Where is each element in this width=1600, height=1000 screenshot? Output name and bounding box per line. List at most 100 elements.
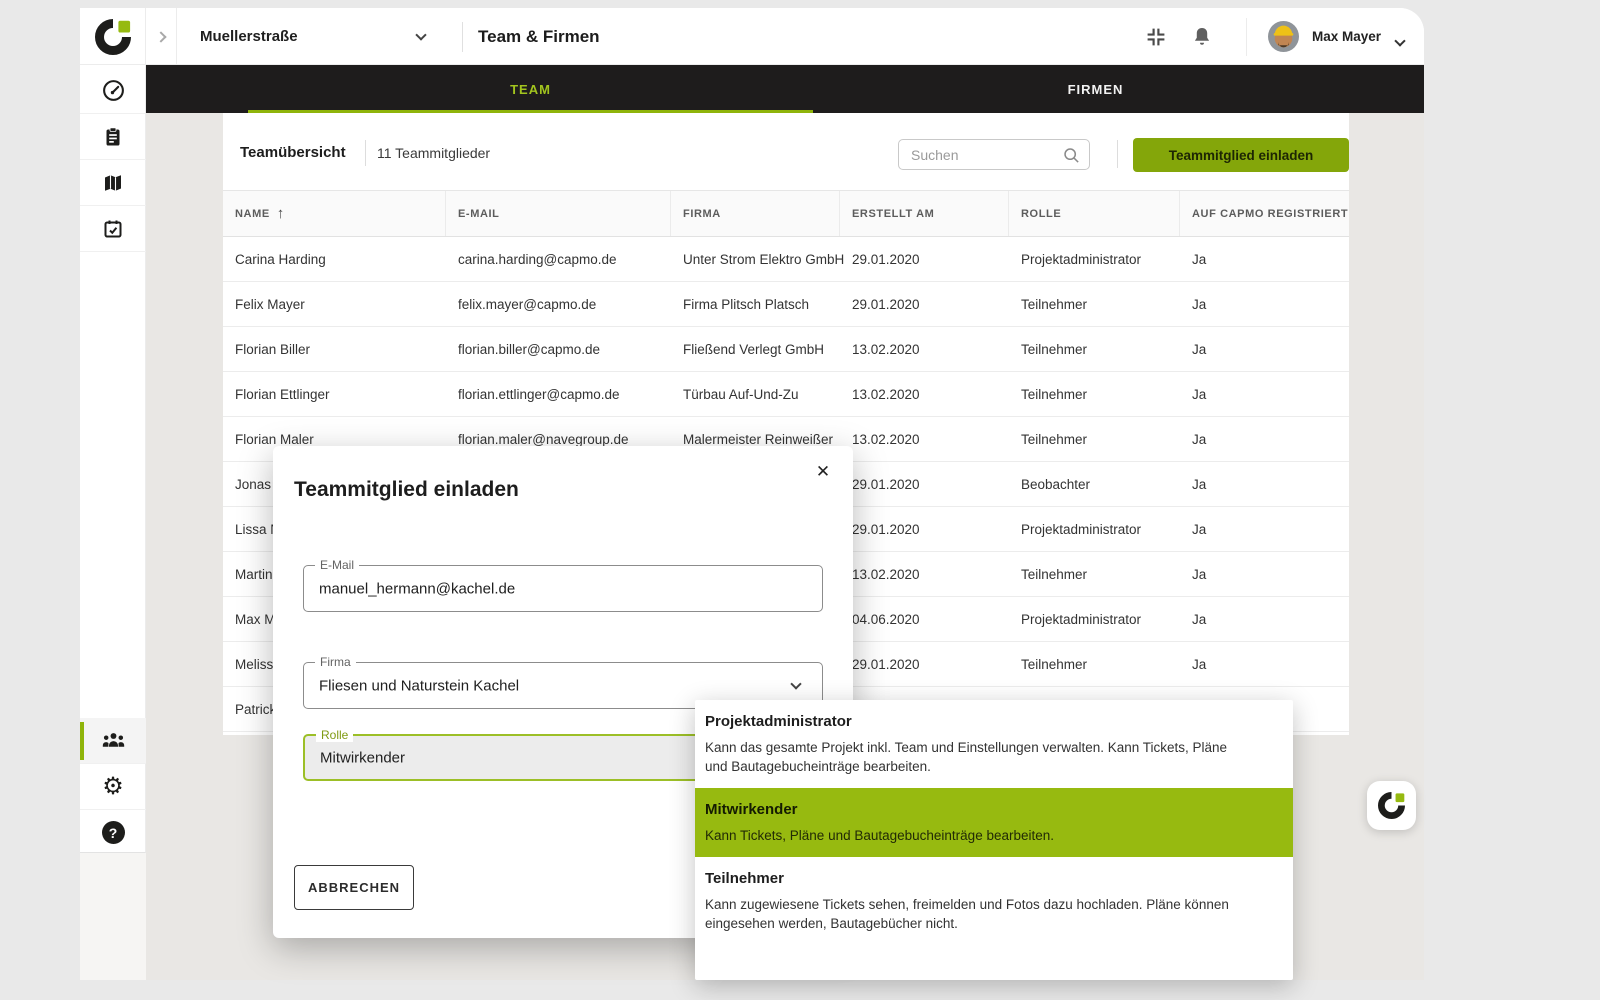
active-indicator: [80, 722, 84, 760]
cell-firma: Türbau Auf-Und-Zu: [683, 386, 799, 402]
role-option-title: Mitwirkender: [705, 801, 798, 818]
role-option-teilnehmer[interactable]: Teilnehmer Kann zugewiesene Tickets sehe…: [695, 857, 1293, 945]
member-count: 11 Teammitglieder: [377, 145, 491, 161]
cell-registriert: Ja: [1192, 386, 1207, 402]
chevron-right-icon: [155, 30, 167, 43]
divider: [462, 22, 463, 52]
role-dropdown: Projektadministrator Kann das gesamte Pr…: [695, 700, 1293, 980]
calendar-check-icon: [104, 220, 122, 237]
table-toolbar: Teamübersicht 11 Teammitglieder Teammitg…: [223, 113, 1349, 190]
invite-team-member-button[interactable]: Teammitglied einladen: [1133, 138, 1349, 172]
rolle-field-value: Mitwirkender: [320, 749, 406, 766]
table-row[interactable]: Florian Ettlinger florian.ettlinger@capm…: [223, 372, 1349, 417]
user-menu[interactable]: Max Mayer: [1312, 8, 1381, 65]
tab-firmen-label: FIRMEN: [1067, 81, 1124, 97]
capmo-logo-icon: [1378, 792, 1405, 819]
bell-icon: [1194, 28, 1210, 45]
role-option-mitwirkender[interactable]: Mitwirkender Kann Tickets, Pläne und Bau…: [695, 788, 1293, 857]
expand-nav-button[interactable]: [146, 8, 177, 65]
cell-erstellt-am: 29.01.2020: [852, 476, 920, 492]
cell-registriert: Ja: [1192, 476, 1207, 492]
below-sidebar-area: [80, 853, 146, 980]
clipboard-icon: [106, 126, 120, 145]
column-header-firma[interactable]: FIRMA: [671, 191, 840, 236]
column-header-name[interactable]: NAME ↑: [223, 191, 446, 236]
capmo-launcher-badge[interactable]: [1367, 781, 1416, 830]
sidebar-item-help[interactable]: ?: [80, 810, 146, 856]
tab-team-label: TEAM: [510, 81, 551, 97]
search-input[interactable]: [911, 140, 1051, 169]
sidebar: ⚙ ?: [80, 65, 146, 856]
user-menu-chevron[interactable]: [1394, 32, 1406, 50]
team-icon: [102, 733, 124, 747]
cell-erstellt-am: 04.06.2020: [852, 611, 920, 627]
cell-firma: Unter Strom Elektro GmbH: [683, 251, 845, 267]
map-icon: [105, 174, 121, 191]
chevron-down-icon[interactable]: [415, 29, 427, 41]
sidebar-item-settings[interactable]: ⚙: [80, 764, 146, 810]
cell-email: felix.mayer@capmo.de: [458, 296, 597, 312]
cell-erstellt-am: 13.02.2020: [852, 431, 920, 447]
sidebar-item-dashboard[interactable]: [80, 68, 146, 114]
cell-email: florian.biller@capmo.de: [458, 341, 601, 357]
top-bar: Muellerstraße Team & Firmen Max Mayer: [80, 8, 1424, 65]
cell-rolle: Projektadministrator: [1021, 611, 1142, 627]
sidebar-item-construction-diary[interactable]: [80, 206, 146, 252]
role-option-description: Kann Tickets, Pläne und Bautagebucheintr…: [705, 828, 1055, 843]
search-icon[interactable]: [1062, 146, 1081, 170]
table-row[interactable]: Florian Biller florian.biller@capmo.de F…: [223, 327, 1349, 372]
cell-erstellt-am: 13.02.2020: [852, 566, 920, 582]
chevron-down-icon: [790, 678, 802, 690]
cell-erstellt-am: 29.01.2020: [852, 251, 920, 267]
cell-registriert: Ja: [1192, 656, 1207, 672]
cell-name: Carina Harding: [235, 251, 326, 267]
role-option-title: Teilnehmer: [705, 870, 784, 887]
cell-registriert: Ja: [1192, 341, 1207, 357]
column-header-registriert[interactable]: AUF CAPMO REGISTRIERT: [1180, 191, 1349, 236]
help-icon: ?: [101, 821, 125, 844]
sidebar-item-team[interactable]: [80, 718, 146, 764]
column-header-rolle[interactable]: ROLLE: [1009, 191, 1180, 236]
overview-label: Teamübersicht: [240, 144, 346, 161]
sidebar-item-plans[interactable]: [80, 160, 146, 206]
capmo-logo-icon: [94, 18, 131, 55]
firma-field-label: Firma: [315, 655, 356, 669]
tab-team[interactable]: TEAM: [248, 65, 813, 113]
cancel-button[interactable]: ABBRECHEN: [294, 865, 414, 910]
cell-firma: Firma Plitsch Platsch: [683, 296, 810, 312]
cell-rolle: Teilnehmer: [1021, 656, 1088, 672]
role-option-projektadministrator[interactable]: Projektadministrator Kann das gesamte Pr…: [695, 700, 1293, 788]
email-field[interactable]: E-Mail manuel_hermann@kachel.de: [303, 558, 823, 612]
cell-erstellt-am: 13.02.2020: [852, 341, 920, 357]
cell-rolle: Projektadministrator: [1021, 251, 1142, 267]
logo-cell[interactable]: [80, 8, 146, 65]
table-row[interactable]: Carina Harding carina.harding@capmo.de U…: [223, 237, 1349, 282]
table-row[interactable]: Felix Mayer felix.mayer@capmo.de Firma P…: [223, 282, 1349, 327]
page-title: Team & Firmen: [478, 26, 600, 46]
cell-erstellt-am: 13.02.2020: [852, 386, 920, 402]
role-option-description: Kann zugewiesene Tickets sehen, freimeld…: [705, 897, 1229, 931]
chevron-down-icon: [1394, 35, 1406, 47]
cell-registriert: Ja: [1192, 296, 1207, 312]
avatar[interactable]: [1268, 21, 1299, 52]
column-header-erstellt-am[interactable]: ERSTELLT AM: [840, 191, 1009, 236]
tab-firmen[interactable]: FIRMEN: [813, 65, 1378, 113]
notifications-button[interactable]: [1190, 24, 1214, 49]
sidebar-item-tickets[interactable]: [80, 114, 146, 160]
compress-icon: [1147, 28, 1165, 46]
avatar-image: [1268, 21, 1299, 52]
cell-rolle: Beobachter: [1021, 476, 1091, 492]
cell-email: florian.ettlinger@capmo.de: [458, 386, 620, 402]
user-name-label: Max Mayer: [1312, 29, 1382, 44]
cell-erstellt-am: 29.01.2020: [852, 656, 920, 672]
cell-name: Florian Ettlinger: [235, 386, 330, 402]
column-header-email[interactable]: E-MAIL: [446, 191, 671, 236]
close-icon[interactable]: ✕: [809, 458, 837, 486]
cell-rolle: Teilnehmer: [1021, 431, 1088, 447]
cell-registriert: Ja: [1192, 431, 1207, 447]
dashboard-icon: [102, 80, 124, 101]
collapse-view-button[interactable]: [1144, 25, 1168, 49]
cell-name: Felix Mayer: [235, 296, 305, 312]
cell-rolle: Teilnehmer: [1021, 341, 1088, 357]
project-selector[interactable]: Muellerstraße: [200, 8, 298, 65]
